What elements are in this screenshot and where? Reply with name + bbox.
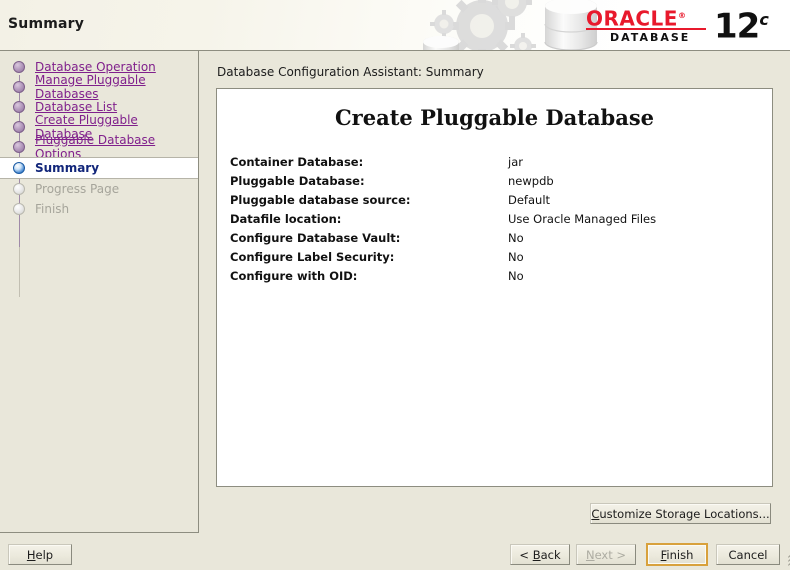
back-button[interactable]: < Back [510,544,570,565]
sidebar-item-finish: Finish [0,199,198,219]
step-bullet-icon [13,141,25,153]
summary-label: Container Database: [230,154,364,169]
oracle-underline-rule [586,28,706,30]
summary-label: Configure with OID: [230,268,358,283]
summary-value: No [508,268,524,283]
step-bullet-icon [13,121,25,133]
step-connector-line-disabled [19,247,20,297]
dbca-window: Summary ORACLE® DATABASE 12c Database Op… [0,0,790,570]
cancel-label: Cancel [728,547,768,562]
summary-value: No [508,230,524,245]
summary-label: Configure Database Vault: [230,230,401,245]
sidebar-item-progress-page: Progress Page [0,179,198,199]
customize-storage-locations-label: Customize Storage Locations... [591,506,770,521]
wizard-step-list: Database Operation Manage Pluggable Data… [0,57,198,219]
sidebar-item-label: Database List [35,100,118,114]
step-bullet-icon [13,203,25,215]
breadcrumb: Database Configuration Assistant: Summar… [217,65,484,79]
summary-label: Datafile location: [230,211,342,226]
sidebar-item-summary[interactable]: Summary [0,157,198,179]
step-bullet-icon [13,183,25,195]
table-row: Container Database: jar [230,152,656,171]
window-resize-grip[interactable] [775,547,790,569]
table-row: Pluggable Database: newpdb [230,171,656,190]
next-label: Next > [585,547,627,562]
oracle-logo: ORACLE® DATABASE 12c [586,5,776,47]
finish-button[interactable]: Finish [646,543,708,566]
sidebar-item-label: Progress Page [35,182,120,196]
next-button: Next > [576,544,636,565]
version-number: 12 [714,6,760,47]
product-line-label: DATABASE [610,31,691,44]
step-bullet-icon [13,61,25,73]
summary-value: Default [508,192,551,207]
customize-storage-locations-button[interactable]: Customize Storage Locations... [590,503,771,524]
page-title: Summary [8,16,85,32]
cancel-button[interactable]: Cancel [716,544,780,565]
panel-title: Create Pluggable Database [334,105,655,130]
table-row: Pluggable database source: Default [230,190,656,209]
table-row: Configure Label Security: No [230,247,656,266]
summary-value: No [508,249,524,264]
table-row: Configure Database Vault: No [230,228,656,247]
version-label: 12c [714,3,769,43]
finish-label: Finish [660,547,694,562]
summary-value: jar [508,154,523,169]
summary-label: Configure Label Security: [230,249,395,264]
registered-trademark-icon: ® [677,11,687,20]
summary-value: newpdb [508,173,554,188]
summary-panel: Create Pluggable Database Container Data… [216,88,773,487]
summary-label: Pluggable Database: [230,173,365,188]
summary-table: Container Database: jar Pluggable Databa… [230,152,656,285]
oracle-wordmark: ORACLE® [586,6,686,29]
sidebar-item-label: Summary [35,161,100,175]
summary-value: Use Oracle Managed Files [508,211,657,226]
sidebar-item-manage-pluggable-databases[interactable]: Manage Pluggable Databases [0,73,198,101]
sidebar-item-label: Database Operation [35,60,156,74]
table-row: Datafile location: Use Oracle Managed Fi… [230,209,656,228]
sidebar-item-pluggable-database-options[interactable]: Pluggable Database Options [0,133,198,161]
table-row: Configure with OID: No [230,266,656,285]
help-label: Help [26,547,54,562]
step-bullet-icon [13,81,25,93]
step-bullet-current-icon [13,162,25,174]
summary-label: Pluggable database source: [230,192,411,207]
sidebar-item-label: Finish [35,202,70,216]
back-label: < Back [519,547,561,562]
step-bullet-icon [13,101,25,113]
version-suffix: c [759,10,769,29]
app-header: Summary ORACLE® DATABASE 12c [0,0,790,51]
help-button[interactable]: Help [8,544,72,565]
wizard-steps-sidebar: Database Operation Manage Pluggable Data… [0,51,199,533]
